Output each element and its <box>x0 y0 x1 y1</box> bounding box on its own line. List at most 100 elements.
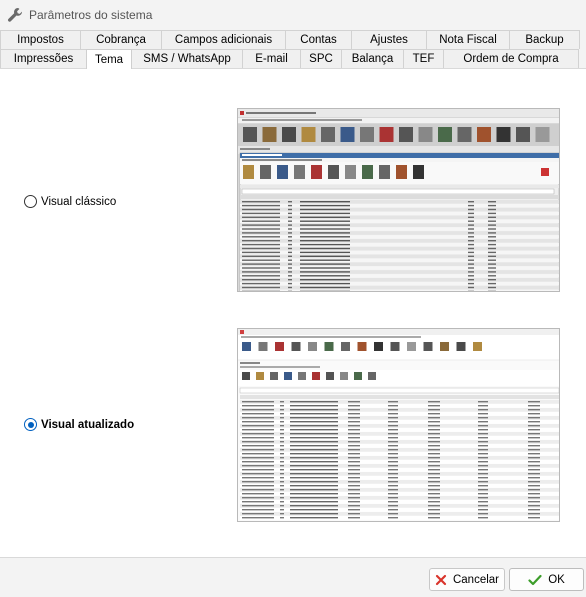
tab-balanca[interactable]: Balança <box>341 49 404 68</box>
table-row <box>240 262 559 266</box>
tab-contas[interactable]: Contas <box>285 30 352 49</box>
table-row <box>240 460 559 464</box>
toolbar-icon <box>354 372 362 380</box>
toolbar-icon <box>242 342 251 351</box>
visual-atualizado-preview[interactable] <box>237 328 560 522</box>
table-row <box>240 504 559 508</box>
table-row <box>240 274 559 278</box>
toolbar-icon <box>379 165 390 179</box>
toolbar-icon <box>399 127 413 142</box>
table-row <box>240 420 559 424</box>
check-icon <box>528 574 542 585</box>
toolbar-icon <box>312 372 320 380</box>
wrench-icon <box>8 8 23 22</box>
tab-tema[interactable]: Tema <box>86 49 132 69</box>
table-row <box>240 516 559 520</box>
toolbar-icon <box>418 127 433 142</box>
toolbar-icon <box>340 127 355 142</box>
tab-campos-adicionais[interactable]: Campos adicionais <box>161 30 286 49</box>
table-row <box>240 285 559 290</box>
tema-panel: Visual clássico Visual atualizado <box>0 68 586 558</box>
table-row <box>240 424 559 428</box>
table-row <box>240 231 559 235</box>
close-icon <box>435 574 447 585</box>
visual-atualizado-label[interactable]: Visual atualizado <box>41 419 134 431</box>
toolbar-icon <box>282 127 296 142</box>
toolbar-icon <box>535 127 550 142</box>
tab-impressoes[interactable]: Impressões <box>0 49 87 68</box>
table-row <box>240 278 559 282</box>
table-row <box>240 472 559 476</box>
toolbar-icon <box>396 165 407 179</box>
ok-button[interactable]: OK <box>509 568 584 591</box>
table-row <box>240 235 559 239</box>
visual-atualizado-option[interactable]: Visual atualizado <box>24 418 134 431</box>
tab-impostos[interactable]: Impostos <box>0 30 81 49</box>
toolbar-icon <box>379 127 394 142</box>
table-row <box>240 200 559 204</box>
table-row <box>240 281 559 286</box>
table-row <box>240 432 559 436</box>
table-row <box>240 219 559 224</box>
toolbar-icon <box>362 165 373 179</box>
table-row <box>240 484 559 488</box>
table-row <box>240 468 559 472</box>
toolbar-icon <box>291 342 301 351</box>
visual-classico-option[interactable]: Visual clássico <box>24 195 116 208</box>
toolbar-icon <box>284 372 292 380</box>
toolbar-icon <box>258 342 268 351</box>
visual-classico-preview[interactable] <box>237 108 560 292</box>
table-row <box>240 270 559 274</box>
tab-cobranca[interactable]: Cobrança <box>80 30 162 49</box>
tab-backup[interactable]: Backup <box>509 30 580 49</box>
tab-sms-whatsapp[interactable]: SMS / WhatsApp <box>131 49 243 68</box>
visual-atualizado-radio[interactable] <box>24 418 37 431</box>
table-row <box>240 404 559 408</box>
toolbar-icon <box>321 127 335 142</box>
table-row <box>240 456 559 460</box>
table-row <box>240 203 559 208</box>
table-row <box>240 480 559 484</box>
cancel-button[interactable]: Cancelar <box>429 568 505 591</box>
table-row <box>240 492 559 496</box>
visual-classico-label[interactable]: Visual clássico <box>41 196 116 208</box>
table-row <box>240 500 559 504</box>
table-row <box>240 223 559 227</box>
toolbar-icon <box>326 372 334 380</box>
table-row <box>240 242 559 247</box>
table-row <box>240 412 559 416</box>
cancel-button-label: Cancelar <box>452 573 500 586</box>
table-row <box>240 452 559 456</box>
tab-tef[interactable]: TEF <box>403 49 444 68</box>
toolbar-icon <box>294 165 305 179</box>
toolbar-icon <box>242 372 250 380</box>
toolbar-icon <box>423 342 433 351</box>
table-row <box>240 250 559 255</box>
toolbar-icon <box>457 127 472 142</box>
tab-spc[interactable]: SPC <box>300 49 342 68</box>
toolbar-icon <box>473 342 482 351</box>
toolbar-icon <box>340 372 348 380</box>
tab-nota-fiscal[interactable]: Nota Fiscal <box>426 30 510 49</box>
toolbar-icon <box>308 342 317 351</box>
toolbar-icon <box>275 342 284 351</box>
tab-ajustes[interactable]: Ajustes <box>351 30 427 49</box>
tabs-row-2: Impressões Tema SMS / WhatsApp E-mail SPC Bal… <box>0 49 586 69</box>
table-row <box>240 227 559 231</box>
toolbar-icon <box>243 127 257 142</box>
toolbar-icon <box>277 165 288 179</box>
title-bar: Parâmetros do sistema <box>0 0 586 30</box>
tab-email[interactable]: E-mail <box>242 49 301 68</box>
tab-ordem-de-compra[interactable]: Ordem de Compra <box>443 49 579 68</box>
toolbar-icon <box>256 372 264 380</box>
close-icon <box>541 168 549 176</box>
toolbar-icon <box>496 127 511 142</box>
toolbar-icon <box>324 342 334 351</box>
toolbar-icon <box>298 372 306 380</box>
visual-classico-radio[interactable] <box>24 195 37 208</box>
toolbar-icon <box>390 342 400 351</box>
toolbar-icon <box>413 165 424 179</box>
table-row <box>240 207 559 212</box>
updated-preview-image <box>238 329 559 521</box>
toolbar-icon <box>262 127 277 142</box>
